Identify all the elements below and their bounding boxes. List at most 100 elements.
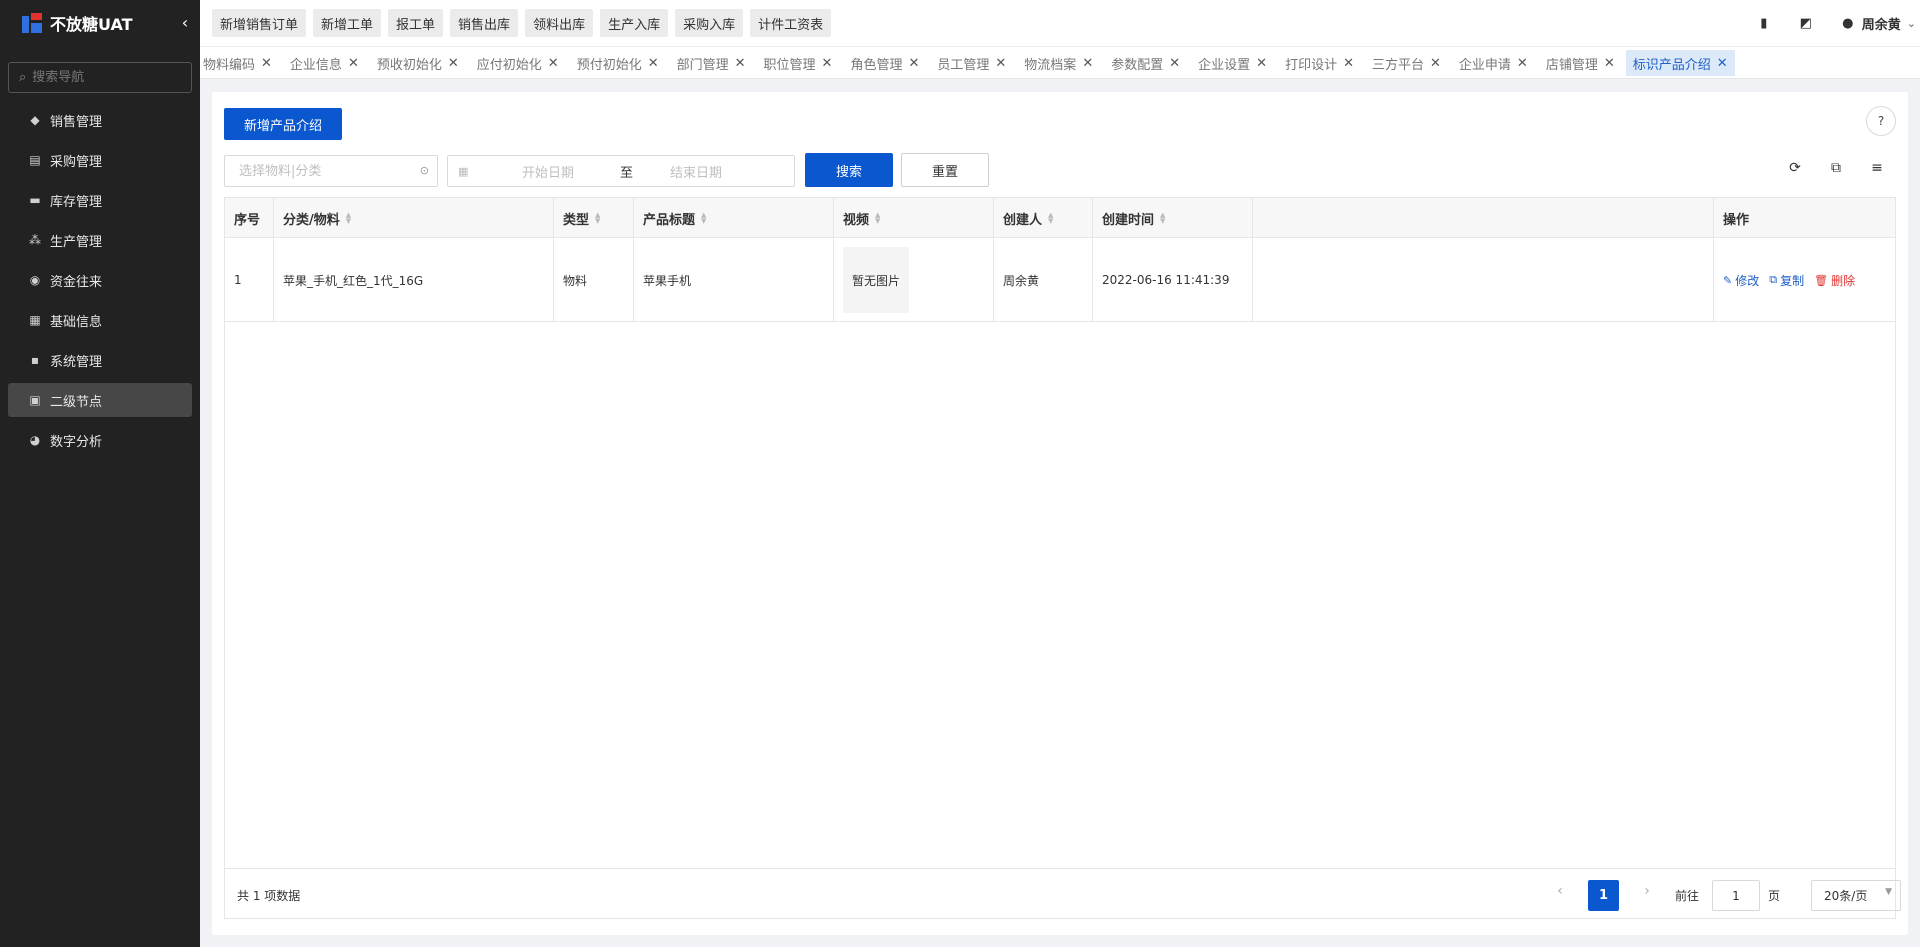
tab-label: 职位管理 xyxy=(763,57,816,73)
page-size-select[interactable]: 20条/页 ▼ xyxy=(1811,880,1901,911)
tab-company-application[interactable]: 企业申请 ✕ xyxy=(1452,50,1535,76)
tabs-bar: 物料编码 ✕ 企业信息 ✕ 预收初始化 ✕ 应付初始化 ✕ 预付初始化 ✕ 部门管理 ✕ 职… xyxy=(200,46,1920,79)
sidebar-item-system[interactable]: ▪ 系统管理 xyxy=(8,343,192,377)
end-date[interactable]: 结束日期 xyxy=(670,162,722,181)
material-category-select[interactable]: ⊙ xyxy=(224,155,438,187)
copy-button[interactable]: ⧉ 复制 xyxy=(1769,272,1804,289)
user-name[interactable]: 周余黄 xyxy=(1862,14,1901,33)
close-icon[interactable]: ✕ xyxy=(1717,56,1728,71)
edit-button[interactable]: ✎ 修改 xyxy=(1723,272,1759,289)
close-icon[interactable]: ✕ xyxy=(908,56,919,71)
nav-search[interactable]: ⌕ xyxy=(8,62,192,93)
sidebar-item-basic-info[interactable]: ▦ 基础信息 xyxy=(8,303,192,337)
quick-action-production-inbound[interactable]: 生产入库 xyxy=(600,9,669,37)
tab-product-intro[interactable]: 标识产品介绍 ✕ xyxy=(1625,50,1735,76)
start-date[interactable]: 开始日期 xyxy=(522,162,620,181)
sidebar-item-sales[interactable]: ◆ 销售管理 xyxy=(8,103,192,137)
chevron-right-icon[interactable]: › xyxy=(1637,883,1657,899)
close-icon[interactable]: ✕ xyxy=(548,56,559,71)
sidebar-item-funds[interactable]: ◉ 资金往来 xyxy=(8,263,192,297)
col-video[interactable]: 视频 ▲ ▼ xyxy=(834,198,994,238)
quick-action-piecework-wages[interactable]: 计件工资表 xyxy=(750,9,832,37)
sidebar-item-label: 资金往来 xyxy=(50,274,103,290)
tab-role[interactable]: 角色管理 ✕ xyxy=(843,50,926,76)
tab-logistics[interactable]: 物流档案 ✕ xyxy=(1017,50,1100,76)
video-placeholder: 暂无图片 xyxy=(843,247,909,313)
sort-icon[interactable]: ▲ ▼ xyxy=(595,212,600,225)
quick-action-new-sales-order[interactable]: 新增销售订单 xyxy=(212,9,307,37)
sort-icon[interactable]: ▲ ▼ xyxy=(1048,212,1053,225)
close-icon[interactable]: ✕ xyxy=(1517,56,1528,71)
sidebar-item-analytics[interactable]: ◕ 数字分析 xyxy=(8,423,192,457)
close-icon[interactable]: ✕ xyxy=(1430,56,1441,71)
close-icon[interactable]: ✕ xyxy=(1343,56,1354,71)
tab-store-management[interactable]: 店铺管理 ✕ xyxy=(1539,50,1622,76)
sidebar-item-secondary-node[interactable]: ▣ 二级节点 xyxy=(8,383,192,417)
sidebar-item-inventory[interactable]: ▬ 库存管理 xyxy=(8,183,192,217)
material-category-input[interactable] xyxy=(239,163,409,179)
cell-title: 苹果手机 xyxy=(634,238,834,322)
close-icon[interactable]: ✕ xyxy=(1082,56,1093,71)
column-settings-icon[interactable]: ≡ xyxy=(1867,160,1887,176)
chevron-left-icon[interactable]: ‹ xyxy=(176,13,194,32)
mobile-icon[interactable]: ▮ xyxy=(1756,16,1772,31)
close-icon[interactable]: ✕ xyxy=(448,56,459,71)
quick-action-new-work-order[interactable]: 新增工单 xyxy=(313,9,382,37)
tab-third-party[interactable]: 三方平台 ✕ xyxy=(1365,50,1448,76)
tab-material-code[interactable]: 物料编码 ✕ xyxy=(200,50,279,76)
sort-icon[interactable]: ▲ ▼ xyxy=(875,212,880,225)
close-icon[interactable]: ✕ xyxy=(1169,56,1180,71)
page-number[interactable]: 1 xyxy=(1588,880,1619,911)
tab-payable-init[interactable]: 应付初始化 ✕ xyxy=(470,50,566,76)
quick-action-material-outbound[interactable]: 领料出库 xyxy=(525,9,594,37)
chart-icon[interactable]: ◩ xyxy=(1798,16,1814,31)
sidebar-item-purchase[interactable]: ▤ 采购管理 xyxy=(8,143,192,177)
close-icon[interactable]: ✕ xyxy=(348,56,359,71)
search-button[interactable]: 搜索 xyxy=(805,153,893,187)
close-icon[interactable]: ✕ xyxy=(735,56,746,71)
quick-action-work-report[interactable]: 报工单 xyxy=(388,9,444,37)
refresh-icon[interactable]: ⟳ xyxy=(1785,160,1805,176)
tab-parameters[interactable]: 参数配置 ✕ xyxy=(1104,50,1187,76)
nav-search-input[interactable] xyxy=(32,70,173,85)
col-type[interactable]: 类型 ▲ ▼ xyxy=(554,198,634,238)
tab-print-design[interactable]: 打印设计 ✕ xyxy=(1278,50,1361,76)
tab-employee[interactable]: 员工管理 ✕ xyxy=(930,50,1013,76)
date-range-picker[interactable]: ▦ 开始日期 至 结束日期 xyxy=(447,155,795,187)
delete-button[interactable]: 🗑 删除 xyxy=(1814,272,1855,289)
sidebar-item-production[interactable]: ⁂ 生产管理 xyxy=(8,223,192,257)
add-product-intro-button[interactable]: 新增产品介绍 xyxy=(224,108,342,140)
close-icon[interactable]: ✕ xyxy=(995,56,1006,71)
cell-creator: 周余黄 xyxy=(994,238,1093,322)
close-icon[interactable]: ✕ xyxy=(261,56,272,71)
user-icon[interactable]: ● xyxy=(1840,16,1856,31)
quick-action-purchase-inbound[interactable]: 采购入库 xyxy=(675,9,744,37)
close-icon[interactable]: ✕ xyxy=(822,56,833,71)
tab-company-info[interactable]: 企业信息 ✕ xyxy=(283,50,366,76)
col-title[interactable]: 产品标题 ▲ ▼ xyxy=(634,198,834,238)
tab-prepayment-init[interactable]: 预付初始化 ✕ xyxy=(570,50,666,76)
layout-icon: ▦ xyxy=(29,313,41,327)
sort-icon[interactable]: ▲ ▼ xyxy=(1160,212,1165,225)
topbar-right: ▮ ◩ ● 周余黄 ⌄ xyxy=(1756,0,1920,46)
quick-action-sales-outbound[interactable]: 销售出库 xyxy=(450,9,519,37)
tab-advance-receipt-init[interactable]: 预收初始化 ✕ xyxy=(370,50,466,76)
sort-icon[interactable]: ▲ ▼ xyxy=(346,212,351,225)
close-icon[interactable]: ✕ xyxy=(1604,56,1615,71)
close-icon[interactable]: ✕ xyxy=(648,56,659,71)
goto-page-input[interactable]: 1 xyxy=(1712,880,1760,911)
help-icon[interactable]: ? xyxy=(1866,106,1896,136)
close-icon[interactable]: ✕ xyxy=(1256,56,1267,71)
sidebar-item-label: 库存管理 xyxy=(50,194,103,210)
export-icon[interactable]: ⧉ xyxy=(1826,160,1846,176)
col-creator[interactable]: 创建人 ▲ ▼ xyxy=(994,198,1093,238)
chevron-left-icon[interactable]: ‹ xyxy=(1550,883,1570,899)
col-created-at[interactable]: 创建时间 ▲ ▼ xyxy=(1093,198,1253,238)
tab-position[interactable]: 职位管理 ✕ xyxy=(757,50,840,76)
tab-department[interactable]: 部门管理 ✕ xyxy=(670,50,753,76)
tab-company-settings[interactable]: 企业设置 ✕ xyxy=(1191,50,1274,76)
chevron-down-icon[interactable]: ⌄ xyxy=(1907,17,1916,30)
reset-button[interactable]: 重置 xyxy=(901,153,989,187)
col-material[interactable]: 分类/物料 ▲ ▼ xyxy=(274,198,554,238)
sort-icon[interactable]: ▲ ▼ xyxy=(701,212,706,225)
